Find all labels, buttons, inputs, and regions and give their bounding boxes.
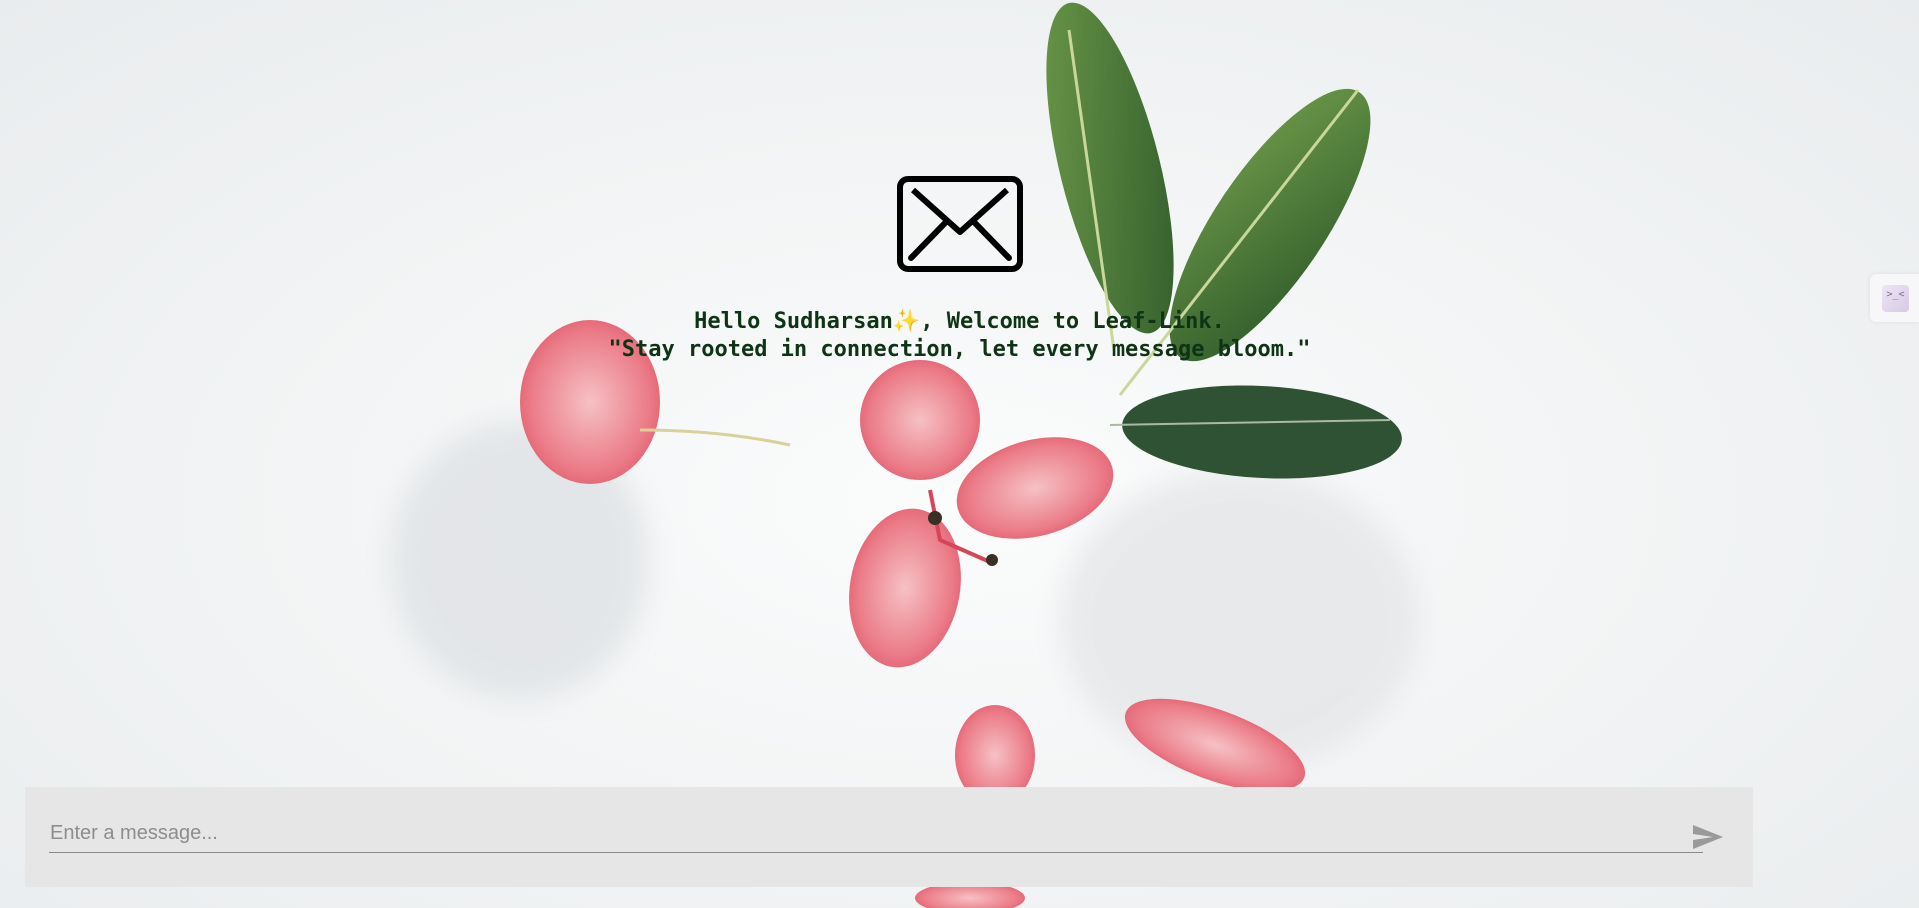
message-composer [25,787,1753,887]
side-widget-face-icon: >_< [1882,285,1909,312]
background-image [390,2,1420,908]
welcome-greeting: Hello Sudharsan✨, Welcome to Leaf-Link. [694,309,1225,334]
welcome-message: Hello Sudharsan✨, Welcome to Leaf-Link. … [460,308,1459,364]
send-button[interactable] [1687,817,1729,857]
side-widget-tab[interactable]: >_< [1870,274,1919,322]
welcome-tagline: "Stay rooted in connection, let every me… [608,337,1311,362]
envelope-icon [897,176,1023,272]
message-input[interactable] [49,815,1703,853]
send-icon [1693,825,1723,849]
